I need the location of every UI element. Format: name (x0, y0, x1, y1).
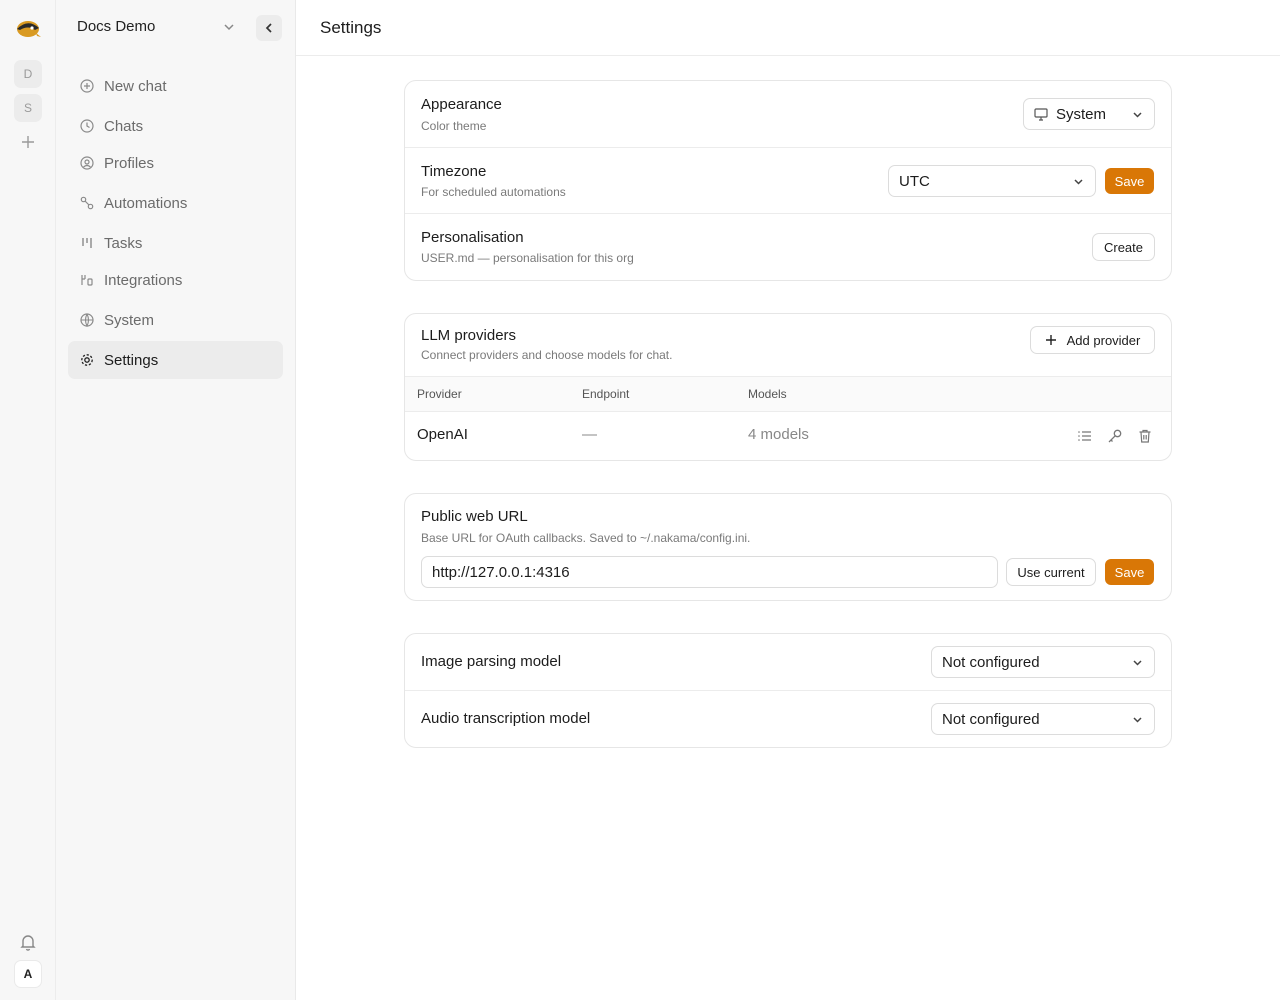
sidebar-item-label: System (104, 311, 155, 329)
chevron-down-icon[interactable] (222, 20, 236, 34)
image-model-title: Image parsing model (421, 653, 562, 670)
appearance-row: Appearance Color theme System (405, 81, 1171, 148)
sidebar-item-label: Settings (104, 351, 159, 369)
timezone-save-button[interactable]: Save (1105, 168, 1154, 194)
user-circle-icon (80, 156, 94, 170)
provider-name: OpenAI (417, 426, 468, 443)
timezone-select[interactable]: UTC (888, 165, 1096, 197)
public-url-save-button[interactable]: Save (1105, 559, 1154, 585)
llm-providers-card: LLM providers Connect providers and choo… (404, 313, 1172, 461)
audio-model-title: Audio transcription model (421, 710, 591, 727)
table-row: OpenAI — 4 models (405, 412, 1171, 460)
llm-header: LLM providers Connect providers and choo… (405, 314, 1171, 377)
image-model-row: Image parsing model Not configured (405, 634, 1171, 691)
app-logo-icon[interactable] (14, 16, 42, 40)
sidebar-item-chats[interactable]: Chats (68, 107, 283, 145)
timezone-title: Timezone (421, 163, 487, 180)
bell-icon[interactable] (17, 931, 39, 953)
sidebar: Docs Demo New chat Chats Profiles Automa… (56, 0, 296, 1000)
audio-model-value: Not configured (942, 710, 1040, 728)
sidebar-item-profiles[interactable]: Profiles (68, 144, 283, 182)
chevron-down-icon (1133, 717, 1142, 723)
audio-model-select[interactable]: Not configured (931, 703, 1155, 735)
table-header: Provider Endpoint Models (405, 377, 1171, 412)
public-url-title: Public web URL (421, 508, 528, 525)
personalisation-subtitle: USER.md — personalisation for this org (421, 251, 634, 265)
kanban-icon (82, 238, 92, 248)
sidebar-item-label: Chats (104, 117, 144, 135)
image-model-select[interactable]: Not configured (931, 646, 1155, 678)
workflow-icon (80, 196, 94, 210)
add-provider-label: Add provider (1066, 332, 1141, 348)
use-current-button[interactable]: Use current (1006, 558, 1096, 586)
workspace-button-s[interactable]: S (14, 94, 42, 122)
key-icon[interactable] (1106, 427, 1124, 445)
column-header-endpoint: Endpoint (582, 387, 630, 401)
list-icon[interactable] (1076, 427, 1094, 445)
sidebar-item-label: Automations (104, 194, 188, 212)
collapse-sidebar-button[interactable] (256, 15, 282, 41)
create-personalisation-button[interactable]: Create (1092, 233, 1155, 261)
sidebar-item-label: Tasks (104, 234, 143, 252)
plug-icon (81, 275, 93, 286)
workspace-rail: D S A (0, 0, 56, 1000)
gear-icon (81, 354, 93, 366)
sidebar-item-label: Integrations (104, 271, 183, 289)
llm-title: LLM providers (421, 327, 517, 344)
workspace-button-d[interactable]: D (14, 60, 42, 88)
timezone-row: Timezone For scheduled automations UTC S… (405, 148, 1171, 214)
page-header: Settings (296, 0, 1280, 56)
column-header-provider: Provider (417, 387, 462, 401)
page-title: Settings (320, 18, 382, 37)
image-model-value: Not configured (942, 653, 1040, 671)
sidebar-item-new-chat[interactable]: New chat (68, 67, 283, 105)
avatar[interactable]: A (14, 960, 42, 988)
chevron-down-icon (1133, 112, 1142, 118)
personalisation-row: Personalisation USER.md — personalisatio… (405, 214, 1171, 280)
public-url-card: Public web URL Base URL for OAuth callba… (404, 493, 1172, 601)
timezone-select-value: UTC (899, 172, 930, 190)
appearance-subtitle: Color theme (421, 119, 487, 133)
org-name[interactable]: Docs Demo (77, 18, 155, 35)
monitor-icon (1034, 108, 1048, 121)
sidebar-item-integrations[interactable]: Integrations (68, 261, 283, 299)
theme-select-value: System (1056, 105, 1107, 123)
add-workspace-button[interactable] (14, 128, 42, 156)
add-provider-button[interactable]: Add provider (1030, 326, 1155, 354)
sidebar-item-system[interactable]: System (68, 301, 283, 339)
public-url-subtitle: Base URL for OAuth callbacks. Saved to ~… (421, 531, 751, 545)
theme-select[interactable]: System (1023, 98, 1155, 130)
chevron-left-icon (265, 23, 272, 33)
public-url-input[interactable] (421, 556, 998, 588)
personalisation-title: Personalisation (421, 229, 524, 246)
plus-icon (22, 136, 34, 148)
provider-endpoint: — (582, 426, 597, 443)
provider-models: 4 models (748, 426, 809, 443)
chevron-down-icon (1074, 179, 1083, 185)
appearance-title: Appearance (421, 96, 502, 113)
clock-icon (80, 119, 94, 133)
sidebar-item-automations[interactable]: Automations (68, 184, 283, 222)
sidebar-item-settings[interactable]: Settings (68, 341, 283, 379)
sidebar-item-label: Profiles (104, 154, 155, 172)
model-config-card: Image parsing model Not configured Audio… (404, 633, 1172, 748)
globe-icon (80, 313, 94, 327)
llm-subtitle: Connect providers and choose models for … (421, 348, 673, 362)
plus-icon (1045, 335, 1056, 345)
column-header-models: Models (748, 387, 787, 401)
chevron-down-icon (1133, 660, 1142, 666)
plus-circle-icon (80, 79, 94, 93)
trash-icon[interactable] (1136, 427, 1154, 445)
audio-model-row: Audio transcription model Not configured (405, 691, 1171, 747)
general-settings-card: Appearance Color theme System Timezone F… (404, 80, 1172, 281)
timezone-subtitle: For scheduled automations (421, 185, 566, 199)
sidebar-item-label: New chat (104, 77, 167, 95)
sidebar-item-tasks[interactable]: Tasks (68, 224, 283, 262)
